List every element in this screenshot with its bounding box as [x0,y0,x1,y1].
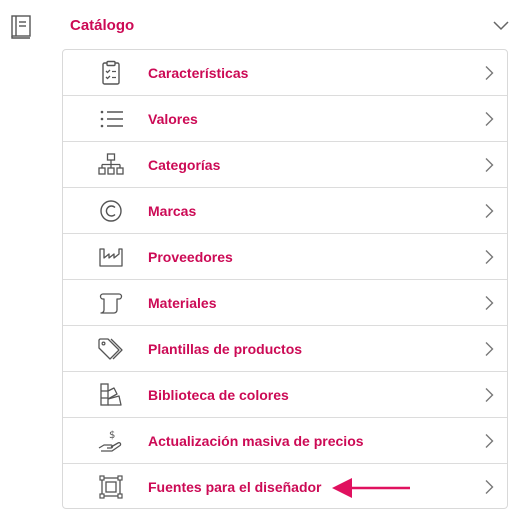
chevron-up-icon[interactable] [492,18,510,32]
menu-item-materiales[interactable]: Materiales [63,280,507,326]
menu-item-fuentes-para-el-disenador[interactable]: Fuentes para el diseñador [63,464,507,508]
chevron-right-icon [485,480,494,494]
scroll-icon [99,293,123,314]
menu-item-label: Materiales [148,295,217,311]
frame-select-icon [99,475,123,499]
menu-item-actualizacion-masiva-de-precios[interactable]: $ Actualización masiva de precios [63,418,507,464]
menu-item-label: Fuentes para el diseñador [148,479,322,495]
menu-item-label: Biblioteca de colores [148,387,289,403]
menu-item-label: Características [148,65,249,81]
menu-item-biblioteca-de-colores[interactable]: Biblioteca de colores [63,372,507,418]
hand-money-icon: $ [98,430,122,452]
menu-item-label: Categorías [148,157,221,173]
hierarchy-icon [98,153,124,175]
menu-item-label: Valores [148,111,198,127]
chevron-right-icon [485,250,494,264]
color-swatch-icon [100,383,122,406]
menu-item-marcas[interactable]: Marcas [63,188,507,234]
list-icon [100,110,123,128]
svg-text:$: $ [109,430,115,441]
chevron-right-icon [485,388,494,402]
chevron-right-icon [485,342,494,356]
chevron-right-icon [485,204,494,218]
chevron-right-icon [485,112,494,126]
menu-item-label: Marcas [148,203,197,219]
chevron-right-icon [485,296,494,310]
menu-item-proveedores[interactable]: Proveedores [63,234,507,280]
menu-item-label: Actualización masiva de precios [148,433,364,449]
menu-item-plantillas-de-productos[interactable]: Plantillas de productos [63,326,507,372]
chevron-right-icon [485,66,494,80]
copyright-icon [100,200,122,222]
tags-icon [98,338,123,360]
arrow-left-icon [332,478,410,498]
clipboard-checklist-icon [102,60,120,85]
menu-item-label: Proveedores [148,249,233,265]
catalog-submenu: Características Valores Categorías Marca… [62,49,508,509]
menu-item-categorias[interactable]: Categorías [63,142,507,188]
menu-item-valores[interactable]: Valores [63,96,507,142]
section-title-catalogo[interactable]: Catálogo [70,16,134,36]
book-icon [11,15,31,39]
factory-icon [99,248,123,267]
chevron-right-icon [485,158,494,172]
chevron-right-icon [485,434,494,448]
menu-item-label: Plantillas de productos [148,341,303,357]
menu-item-caracteristicas[interactable]: Características [63,50,507,96]
